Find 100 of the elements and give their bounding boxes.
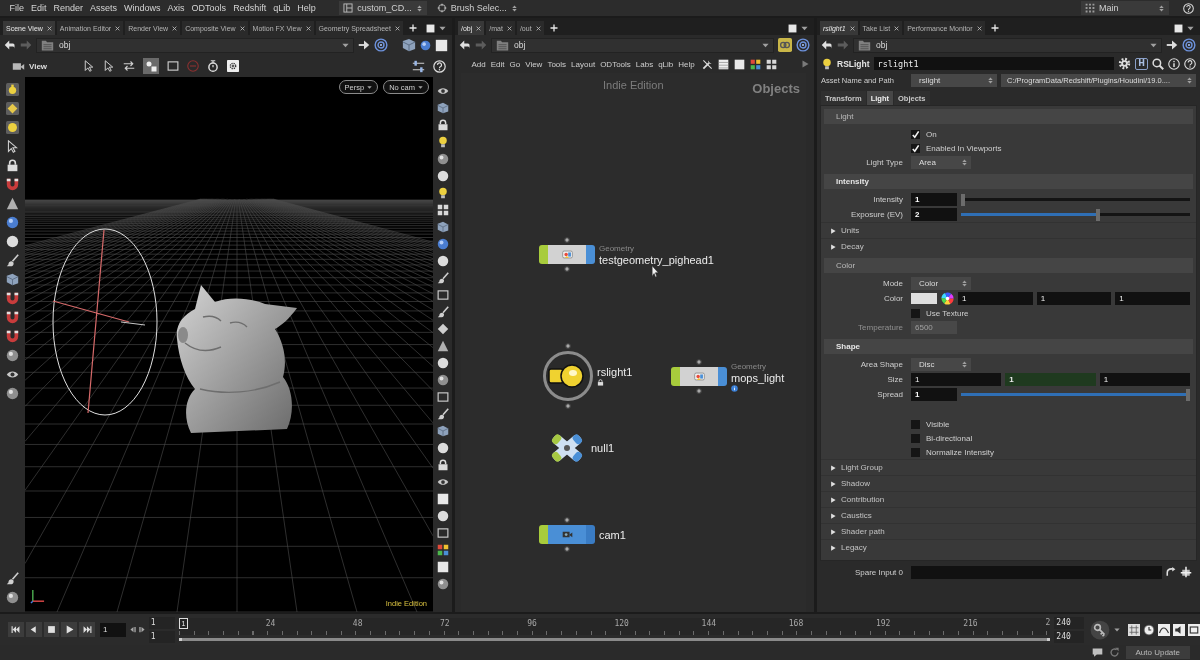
start-frame-field[interactable]: 1 xyxy=(148,616,175,629)
close-icon[interactable] xyxy=(535,25,541,31)
skip-to-end-button[interactable] xyxy=(79,622,96,637)
skip-to-start-button[interactable] xyxy=(8,622,24,637)
brush-icon[interactable] xyxy=(436,272,449,284)
lock-icon[interactable] xyxy=(6,159,19,172)
caret-icon[interactable] xyxy=(439,24,446,32)
path-field[interactable]: obj xyxy=(853,37,1162,53)
value-field[interactable]: 1 xyxy=(911,193,957,206)
help-icon[interactable] xyxy=(1183,2,1194,14)
key-icon[interactable] xyxy=(1090,619,1110,640)
color-wheel-icon[interactable] xyxy=(941,292,954,305)
value-field[interactable]: 1 xyxy=(1005,373,1096,386)
desktop-dropdown[interactable]: custom_CD... xyxy=(339,1,427,15)
value-field[interactable]: 1 xyxy=(1099,373,1190,386)
help-icon[interactable] xyxy=(433,59,446,73)
close-icon[interactable] xyxy=(46,25,52,31)
folder-toggle[interactable]: Shader path xyxy=(821,523,1196,539)
frame-field[interactable]: 1 xyxy=(100,622,126,637)
value-field[interactable]: 1 xyxy=(1036,292,1112,305)
target-icon[interactable] xyxy=(796,38,810,52)
magnet-icon[interactable] xyxy=(6,178,19,191)
section-header[interactable]: Color xyxy=(824,258,1193,273)
grid-icon[interactable] xyxy=(436,204,449,216)
value-field[interactable]: 1 xyxy=(911,373,1002,386)
folder-toggle[interactable]: Light Group xyxy=(821,459,1196,475)
dropdown[interactable]: rslight xyxy=(911,74,997,87)
tools-icon[interactable] xyxy=(702,58,714,70)
close-icon[interactable] xyxy=(976,25,982,31)
folder-toggle[interactable]: Legacy xyxy=(821,539,1196,555)
eye-icon[interactable] xyxy=(436,85,449,97)
lightbulb-icon[interactable] xyxy=(436,136,449,148)
cube-icon[interactable] xyxy=(6,273,19,286)
menu-item[interactable]: Go xyxy=(507,59,523,69)
pointer-icon[interactable] xyxy=(103,60,116,72)
dot-icon[interactable] xyxy=(436,442,449,454)
folder-toggle[interactable]: Units xyxy=(821,222,1196,238)
previous-key-icon[interactable] xyxy=(129,626,137,633)
list-icon[interactable] xyxy=(718,58,730,70)
back-arrow-icon[interactable] xyxy=(821,39,833,51)
menu-item[interactable]: Help xyxy=(293,3,320,13)
close-icon[interactable] xyxy=(849,25,855,31)
value-field[interactable]: 1 xyxy=(1115,292,1190,305)
caret-icon[interactable] xyxy=(342,41,349,49)
sphere-icon[interactable] xyxy=(420,39,431,51)
sphere-icon[interactable] xyxy=(6,591,19,604)
plus-icon[interactable] xyxy=(990,24,999,32)
sphere-icon[interactable] xyxy=(6,349,19,362)
geometry-node[interactable] xyxy=(671,367,727,386)
square-icon[interactable] xyxy=(788,23,797,33)
caret-icon[interactable] xyxy=(1187,24,1194,32)
path-field[interactable]: obj xyxy=(36,37,354,53)
eye-icon[interactable] xyxy=(6,368,19,381)
plus-icon[interactable] xyxy=(549,24,558,32)
triangle-icon[interactable] xyxy=(801,60,809,68)
stopwatch-icon[interactable] xyxy=(207,60,220,72)
light-node[interactable] xyxy=(543,351,593,401)
play-button[interactable] xyxy=(61,622,78,637)
section-header[interactable]: Intensity xyxy=(824,174,1193,189)
plus-icon[interactable] xyxy=(408,24,417,32)
color-grid-icon[interactable] xyxy=(750,58,762,70)
clock-icon[interactable] xyxy=(1143,623,1155,636)
frame-icon[interactable] xyxy=(436,391,449,403)
stop-button[interactable] xyxy=(43,622,60,637)
close-icon[interactable] xyxy=(894,25,900,31)
selection-tile-icon[interactable] xyxy=(143,58,160,74)
step-back-button[interactable] xyxy=(25,622,42,637)
menu-item[interactable]: Render xyxy=(50,3,87,13)
close-icon[interactable] xyxy=(239,25,245,31)
search-icon[interactable] xyxy=(1152,57,1164,70)
cube-icon[interactable] xyxy=(402,38,416,52)
start-frame-field[interactable]: 1 xyxy=(148,630,175,643)
auto-update-button[interactable]: Auto Update xyxy=(1125,646,1190,659)
circle-tile-icon[interactable] xyxy=(6,121,19,134)
lightbulb-tile-icon[interactable] xyxy=(6,83,19,96)
checkbox[interactable] xyxy=(911,143,920,153)
cube-icon[interactable] xyxy=(436,221,449,233)
menu-item[interactable]: Layout xyxy=(568,59,598,69)
cube-icon[interactable] xyxy=(436,425,449,437)
color-grid-icon[interactable] xyxy=(436,544,449,556)
menu-item[interactable]: Edit xyxy=(488,59,508,69)
close-icon[interactable] xyxy=(115,25,121,31)
grid-tile-icon[interactable] xyxy=(1128,623,1140,636)
checkbox[interactable] xyxy=(911,433,920,443)
value-field[interactable]: 1 xyxy=(911,388,957,401)
path-field[interactable]: obj xyxy=(491,37,774,53)
caret-icon[interactable] xyxy=(762,41,769,49)
cone-icon[interactable] xyxy=(436,340,449,352)
brush-icon[interactable] xyxy=(6,254,19,267)
value-field[interactable]: 2 xyxy=(911,208,957,221)
square-icon[interactable] xyxy=(1174,23,1183,33)
lightbulb-icon[interactable] xyxy=(436,187,449,199)
pig-head-model[interactable] xyxy=(176,285,297,433)
desktop-menu[interactable]: Main xyxy=(1081,1,1169,15)
caret-icon[interactable] xyxy=(1114,626,1120,633)
slider-handle[interactable] xyxy=(1096,208,1100,221)
brush-icon[interactable] xyxy=(6,572,19,585)
target-icon[interactable] xyxy=(1182,38,1196,52)
magnet-icon[interactable] xyxy=(6,292,19,305)
menu-item[interactable]: Assets xyxy=(86,3,121,13)
